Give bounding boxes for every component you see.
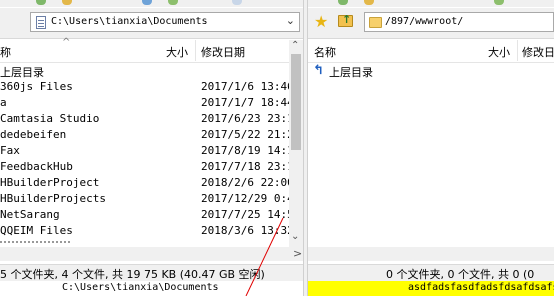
annotation-line bbox=[245, 217, 284, 296]
